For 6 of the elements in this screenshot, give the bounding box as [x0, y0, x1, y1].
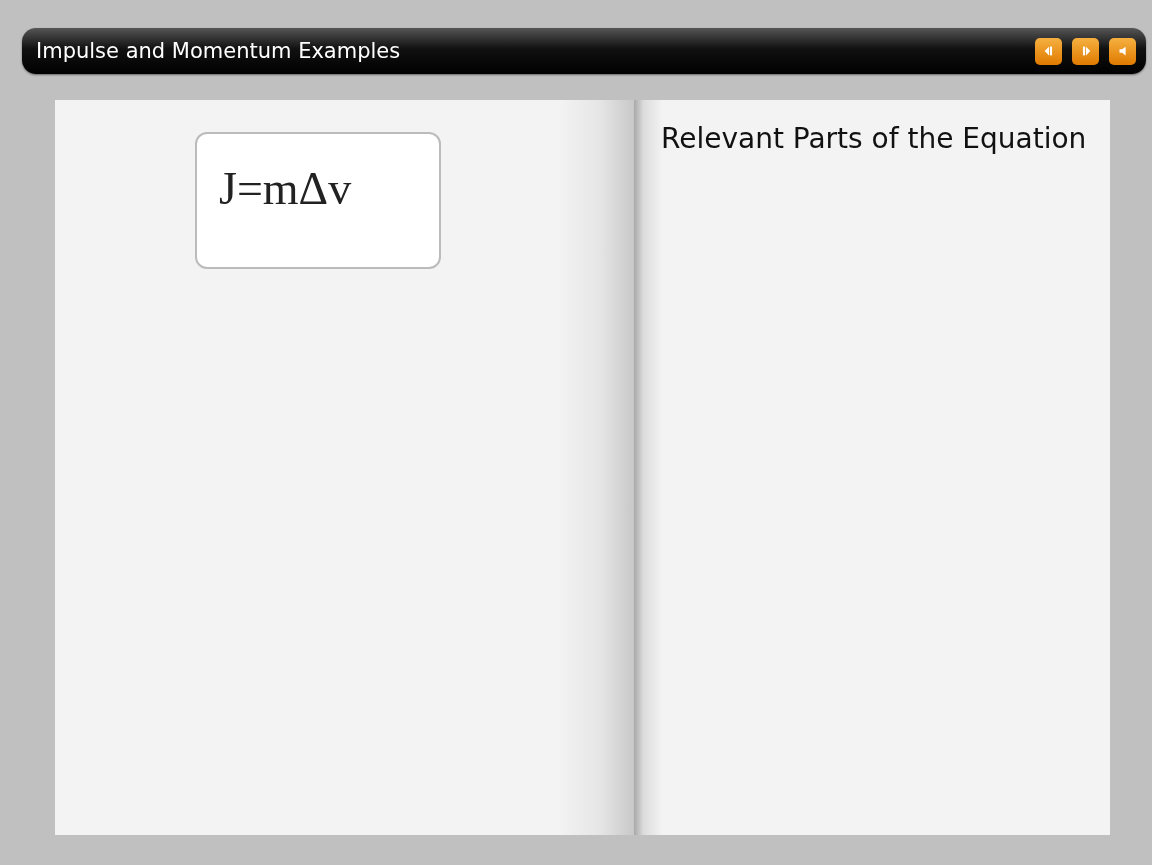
equation: J=mΔv: [219, 163, 352, 214]
audio-button[interactable]: [1109, 37, 1136, 65]
previous-button[interactable]: [1035, 37, 1062, 65]
window-title: Impulse and Momentum Examples: [36, 39, 401, 63]
next-button[interactable]: [1072, 37, 1099, 65]
page-heading: Relevant Parts of the Equation: [661, 122, 1087, 155]
